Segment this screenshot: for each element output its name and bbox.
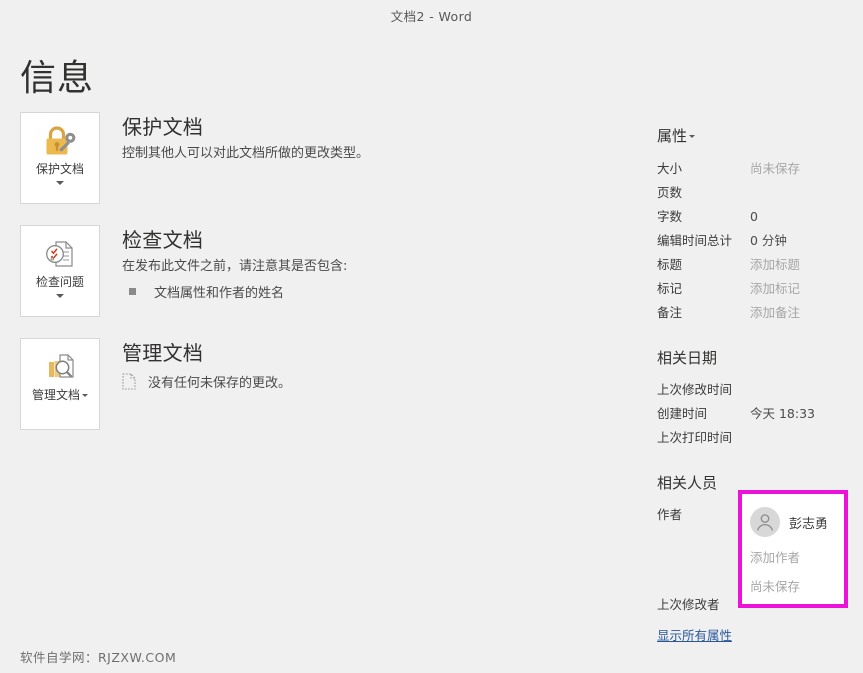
chevron-down-icon[interactable] (56, 294, 64, 298)
property-value[interactable]: 添加备注 (750, 301, 800, 325)
manage-document-text: 管理文档 没有任何未保存的更改。 (122, 338, 291, 391)
person-avatar-icon (750, 507, 780, 537)
property-label: 备注 (657, 301, 750, 325)
protect-document-button[interactable]: 保护文档 (20, 112, 100, 204)
property-row-size: 大小 尚未保存 (657, 157, 857, 181)
date-label: 创建时间 (657, 402, 750, 426)
date-value: 今天 18:33 (750, 402, 815, 426)
last-modified-by-label: 上次修改者 (657, 593, 750, 617)
manage-documents-icon (42, 349, 78, 385)
manage-document-button-label: 管理文档 (28, 388, 92, 403)
property-label: 大小 (657, 157, 750, 181)
add-author-link[interactable]: 添加作者 (750, 547, 844, 566)
chevron-down-icon[interactable] (689, 135, 695, 138)
protect-document-description: 控制其他人可以对此文档所做的更改类型。 (122, 144, 369, 164)
property-label: 标记 (657, 277, 750, 301)
property-row-comments: 备注 添加备注 (657, 301, 857, 325)
protect-document-button-label: 保护文档 (28, 162, 92, 177)
check-for-issues-button-label: 检查问题 (28, 275, 92, 290)
property-row-pages: 页数 (657, 181, 857, 205)
author-label: 作者 (657, 503, 750, 527)
chevron-down-icon[interactable] (82, 394, 88, 397)
inspect-document-title: 检查文档 (122, 227, 347, 253)
info-backstage-content: 保护文档 保护文档 控制其他人可以对此文档所做的更改类型。 (0, 112, 863, 632)
chevron-down-icon[interactable] (56, 181, 64, 185)
property-label: 编辑时间总计 (657, 229, 750, 253)
lock-key-icon (42, 123, 78, 159)
property-label: 页数 (657, 181, 750, 205)
bullet-square-icon (129, 288, 136, 295)
inspect-document-description: 在发布此文件之前，请注意其是否包含: (122, 257, 347, 277)
check-for-issues-button[interactable]: 检查问题 (20, 225, 100, 317)
manage-document-note-text: 没有任何未保存的更改。 (148, 372, 291, 391)
inspect-document-bullet-text: 文档属性和作者的姓名 (154, 282, 284, 301)
manage-document-section: 管理文档 管理文档 没有任何未保存的更改。 (20, 338, 620, 430)
author-name: 彭志勇 (789, 513, 828, 532)
author-highlight-box: 彭志勇 添加作者 尚未保存 (738, 490, 848, 608)
property-row-title: 标题 添加标题 (657, 253, 857, 277)
info-actions-column: 保护文档 保护文档 控制其他人可以对此文档所做的更改类型。 (20, 112, 620, 451)
inspect-document-section: 检查问题 检查文档 在发布此文件之前，请注意其是否包含: 文档属性和作者的姓名 (20, 225, 620, 317)
manage-document-title: 管理文档 (122, 340, 291, 366)
property-row-words: 字数 0 (657, 205, 857, 229)
protect-document-text: 保护文档 控制其他人可以对此文档所做的更改类型。 (122, 112, 369, 164)
inspect-document-text: 检查文档 在发布此文件之前，请注意其是否包含: 文档属性和作者的姓名 (122, 225, 347, 301)
properties-heading[interactable]: 属性 (657, 125, 857, 146)
show-all-properties-link[interactable]: 显示所有属性 (657, 625, 732, 644)
property-value[interactable]: 尚未保存 (750, 157, 800, 181)
property-value[interactable]: 添加标记 (750, 277, 800, 301)
date-label: 上次修改时间 (657, 378, 750, 402)
related-dates-heading: 相关日期 (657, 347, 857, 368)
date-row-created: 创建时间 今天 18:33 (657, 402, 857, 426)
date-label: 上次打印时间 (657, 426, 750, 450)
property-label: 字数 (657, 205, 750, 229)
property-value[interactable]: 0 (750, 205, 758, 229)
document-inspect-icon (42, 236, 78, 272)
window-title-bar: 文档2 - Word (0, 0, 863, 30)
protect-document-section: 保护文档 保护文档 控制其他人可以对此文档所做的更改类型。 (20, 112, 620, 204)
last-modified-by-value: 尚未保存 (750, 576, 844, 595)
page-title: 信息 (20, 57, 94, 101)
unsaved-document-icon (122, 373, 136, 390)
date-row-last-printed: 上次打印时间 (657, 426, 857, 450)
property-value[interactable]: 0 分钟 (750, 229, 787, 253)
manage-document-button[interactable]: 管理文档 (20, 338, 100, 430)
protect-document-title: 保护文档 (122, 114, 369, 140)
property-row-tags: 标记 添加标记 (657, 277, 857, 301)
property-row-total-editing-time: 编辑时间总计 0 分钟 (657, 229, 857, 253)
property-label: 标题 (657, 253, 750, 277)
site-watermark: 软件自学网：RJZXW.COM (20, 647, 176, 666)
window-title: 文档2 - Word (391, 6, 473, 25)
inspect-document-bullet-row: 文档属性和作者的姓名 (122, 282, 347, 301)
property-value[interactable]: 添加标题 (750, 253, 800, 277)
date-row-last-modified: 上次修改时间 (657, 378, 857, 402)
manage-document-note-row: 没有任何未保存的更改。 (122, 372, 291, 391)
author-entry[interactable]: 彭志勇 (750, 507, 844, 537)
